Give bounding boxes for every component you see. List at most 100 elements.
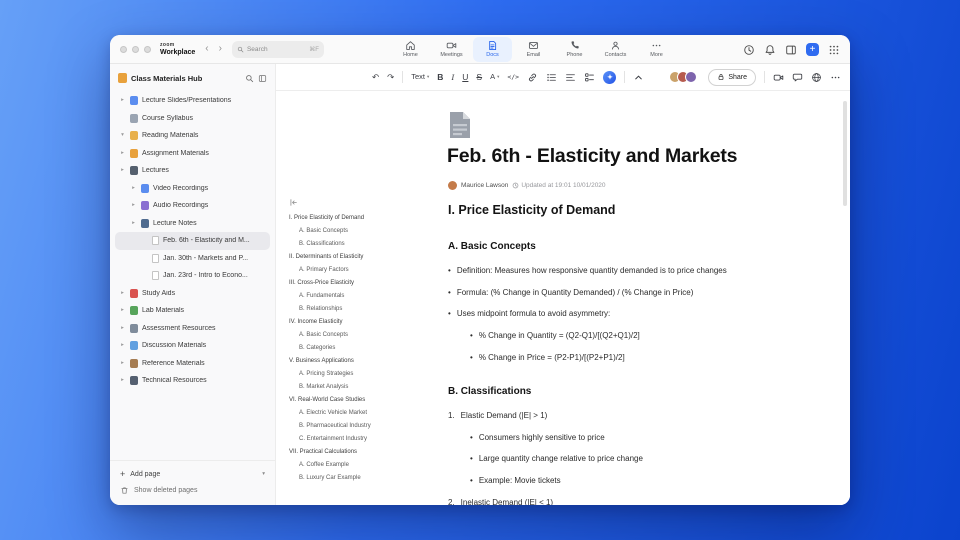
close-window-button[interactable] <box>120 45 127 53</box>
forward-button[interactable]: › <box>219 44 222 54</box>
tab-meetings[interactable]: Meetings <box>432 37 471 62</box>
outline-item[interactable]: IV. Income Elasticity <box>289 316 441 329</box>
start-video-button[interactable] <box>773 72 784 83</box>
sidebar-item[interactable]: ▸ Assignment Materials <box>115 145 270 163</box>
redo-button[interactable]: ↷ <box>387 73 394 82</box>
align-button[interactable] <box>565 72 576 83</box>
code-button[interactable]: </> <box>507 74 519 81</box>
chevron-right-icon[interactable]: ▸ <box>119 150 126 157</box>
minimize-window-button[interactable] <box>132 45 139 53</box>
chevron-right-icon[interactable]: ▸ <box>119 360 126 367</box>
outline-item[interactable]: A. Coffee Example <box>289 459 441 472</box>
chevron-right-icon[interactable]: ▸ <box>119 377 126 384</box>
sidebar-item[interactable]: ▸ Lectures <box>115 162 270 180</box>
new-item-button[interactable]: + <box>806 43 819 56</box>
translate-button[interactable] <box>811 72 822 83</box>
sidebar-item[interactable]: ▸ Discussion Materials <box>115 337 270 355</box>
bullet-list-button[interactable] <box>546 72 557 83</box>
collapse-outline-button[interactable] <box>289 198 441 207</box>
chevron-right-icon[interactable]: ▸ <box>119 290 126 297</box>
chevron-right-icon[interactable]: ▸ <box>130 202 137 209</box>
outline-item[interactable]: B. Luxury Car Example <box>289 472 441 485</box>
chevron-right-icon[interactable]: ▸ <box>119 307 126 314</box>
zoom-window-button[interactable] <box>144 45 151 53</box>
outline-item[interactable]: I. Price Elasticity of Demand <box>289 212 441 225</box>
outline-item[interactable]: A. Electric Vehicle Market <box>289 407 441 420</box>
apps-launcher-button[interactable] <box>828 44 840 56</box>
collapse-toolbar-button[interactable] <box>633 72 644 83</box>
link-button[interactable] <box>527 72 538 83</box>
collapse-sidebar-icon[interactable] <box>258 74 267 83</box>
chevron-down-icon[interactable]: ▾ <box>119 132 126 139</box>
outline-item[interactable]: A. Primary Factors <box>289 264 441 277</box>
chevron-right-icon[interactable]: ▸ <box>130 185 137 192</box>
tab-contacts[interactable]: Contacts <box>596 37 635 62</box>
participant-avatar[interactable] <box>685 71 698 83</box>
outline-item[interactable]: C. Entertainment Industry <box>289 433 441 446</box>
sidebar-item[interactable]: Jan. 30th - Markets and P... <box>115 250 270 268</box>
tab-docs[interactable]: Docs <box>473 37 512 62</box>
document-title[interactable]: Feb. 6th - Elasticity and Markets <box>447 145 738 168</box>
tab-email[interactable]: Email <box>514 37 553 62</box>
show-deleted-pages-button[interactable]: Show deleted pages <box>120 482 265 498</box>
outline-item[interactable]: II. Determinants of Elasticity <box>289 251 441 264</box>
sidebar-item[interactable]: Course Syllabus <box>115 110 270 128</box>
undo-button[interactable]: ↶ <box>372 73 379 82</box>
sidebar-search-icon[interactable] <box>245 74 254 83</box>
text-color-button[interactable]: A ▾ <box>490 73 499 81</box>
strikethrough-button[interactable]: S <box>476 73 482 82</box>
outline-item[interactable]: B. Pharmaceutical Industry <box>289 420 441 433</box>
outline-item[interactable]: B. Classifications <box>289 238 441 251</box>
outline-item[interactable]: VII. Practical Calculations <box>289 446 441 459</box>
underline-button[interactable]: U <box>462 73 468 82</box>
sidebar-item[interactable]: ▸ Lecture Notes <box>115 215 270 233</box>
outline-item[interactable]: A. Basic Concepts <box>289 225 441 238</box>
outline-item[interactable]: VI. Real-World Case Studies <box>289 394 441 407</box>
sidebar-item[interactable]: Jan. 23rd - Intro to Econo... <box>115 267 270 285</box>
outline-item[interactable]: III. Cross-Price Elasticity <box>289 277 441 290</box>
chevron-right-icon[interactable]: ▸ <box>119 167 126 174</box>
sidebar-item[interactable]: ▸ Video Recordings <box>115 180 270 198</box>
notifications-button[interactable] <box>764 44 776 56</box>
chevron-right-icon[interactable]: ▸ <box>119 342 126 349</box>
sidebar-item[interactable]: ▸ Technical Resources <box>115 372 270 390</box>
outline-item[interactable]: A. Fundamentals <box>289 290 441 303</box>
italic-button[interactable]: I <box>451 73 454 82</box>
tab-phone[interactable]: Phone <box>555 37 594 62</box>
scrollbar-thumb[interactable] <box>843 101 847 206</box>
sidebar-item[interactable]: ▸ Study Aids <box>115 285 270 303</box>
outline-item[interactable]: A. Basic Concepts <box>289 329 441 342</box>
outline-item[interactable]: B. Relationships <box>289 303 441 316</box>
activity-button[interactable] <box>743 44 755 56</box>
outline-item[interactable]: V. Business Applications <box>289 355 441 368</box>
tab-home[interactable]: Home <box>391 37 430 62</box>
document-canvas[interactable]: Feb. 6th - Elasticity and Markets Mauric… <box>276 91 850 505</box>
sidebar-item[interactable]: Feb. 6th - Elasticity and M... <box>115 232 270 250</box>
comments-button[interactable] <box>792 72 803 83</box>
sidebar-item[interactable]: ▸ Lecture Slides/Presentations <box>115 92 270 110</box>
sidebar-item[interactable]: ▾ Reading Materials <box>115 127 270 145</box>
side-panel-button[interactable] <box>785 44 797 56</box>
chevron-right-icon[interactable]: ▸ <box>119 325 126 332</box>
outline-item[interactable]: A. Pricing Strategies <box>289 368 441 381</box>
sidebar-item[interactable]: ▸ Reference Materials <box>115 355 270 373</box>
ai-companion-button[interactable] <box>603 70 617 84</box>
outline-item[interactable]: B. Categories <box>289 342 441 355</box>
sidebar-item[interactable]: ▸ Assessment Resources <box>115 320 270 338</box>
outline-item[interactable]: B. Market Analysis <box>289 381 441 394</box>
add-page-button[interactable]: + Add page ▾ <box>120 466 265 482</box>
share-button[interactable]: Share <box>708 68 756 86</box>
tab-more[interactable]: More <box>637 37 676 62</box>
chevron-right-icon[interactable]: ▸ <box>130 220 137 227</box>
more-options-button[interactable] <box>830 72 841 83</box>
chevron-right-icon[interactable]: ▸ <box>119 97 126 104</box>
chevron-down-icon[interactable]: ▾ <box>262 471 265 477</box>
sidebar-item[interactable]: ▸ Audio Recordings <box>115 197 270 215</box>
sidebar-item[interactable]: ▸ Lab Materials <box>115 302 270 320</box>
text-style-dropdown[interactable]: Text ▾ <box>411 73 429 81</box>
back-button[interactable]: ‹ <box>205 44 208 54</box>
tab-label: More <box>650 52 663 59</box>
global-search-input[interactable]: Search ⌘F <box>231 40 324 58</box>
bold-button[interactable]: B <box>437 73 443 82</box>
checklist-button[interactable] <box>584 72 595 83</box>
